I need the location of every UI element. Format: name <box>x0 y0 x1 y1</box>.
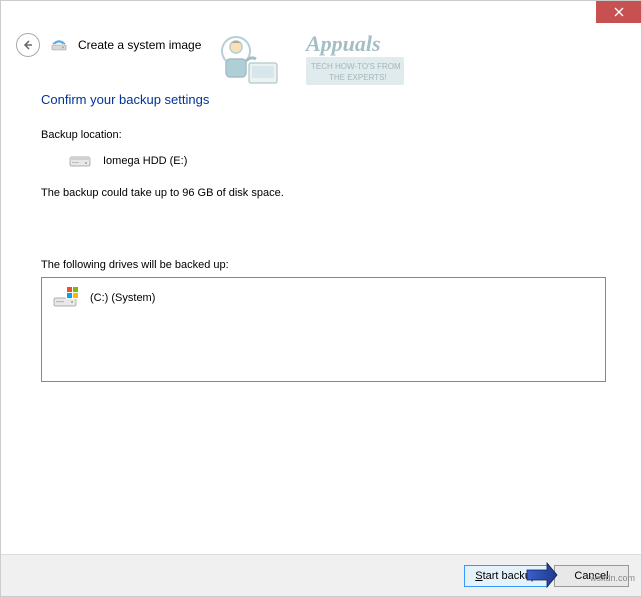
header: Create a system image <box>1 23 641 62</box>
list-item: (C:) (System) <box>52 286 595 310</box>
backup-location-row: Iomega HDD (E:) <box>41 153 606 169</box>
heading: Confirm your backup settings <box>41 92 606 107</box>
titlebar <box>1 1 641 23</box>
button-label: tart backup <box>483 570 537 582</box>
mnemonic: S <box>475 570 482 582</box>
close-icon <box>614 7 624 17</box>
backup-location-label: Backup location: <box>41 129 606 141</box>
dialog-window: Create a system image Confirm your backu… <box>0 0 642 597</box>
system-drive-icon <box>52 286 80 310</box>
disk-space-text: The backup could take up to 96 GB of dis… <box>41 187 606 199</box>
start-backup-button[interactable]: Start backup <box>464 565 548 587</box>
backup-location-value: Iomega HDD (E:) <box>103 155 187 167</box>
drives-list: (C:) (System) <box>41 277 606 382</box>
close-button[interactable] <box>596 1 641 23</box>
content-area: Confirm your backup settings Backup loca… <box>1 62 641 392</box>
footer: Start backup Cancel <box>1 554 641 596</box>
drives-label: The following drives will be backed up: <box>41 259 606 271</box>
drive-name: (C:) (System) <box>90 292 155 304</box>
cancel-button[interactable]: Cancel <box>554 565 629 587</box>
arrow-left-icon <box>22 39 34 51</box>
hdd-icon <box>69 153 91 169</box>
back-button[interactable] <box>16 33 40 57</box>
page-title: Create a system image <box>78 38 201 52</box>
system-image-icon <box>50 36 68 54</box>
